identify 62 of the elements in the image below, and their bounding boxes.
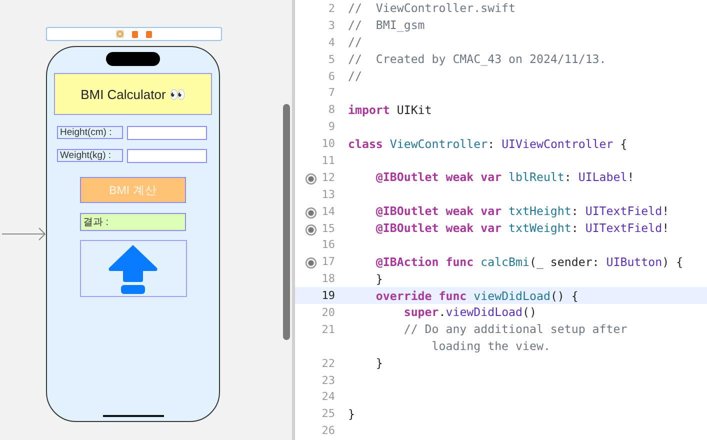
line-number: 26 — [322, 424, 335, 438]
code-line: // Do any additional setup after — [402, 322, 628, 336]
line-number: 20 — [322, 306, 335, 319]
code-line: } — [374, 272, 383, 286]
line-number: 9 — [328, 120, 335, 134]
line-number: 12 — [322, 170, 335, 184]
exit-icon[interactable] — [146, 30, 152, 38]
code-line: @IBOutlet weak var lblReult: UILabel! — [374, 170, 634, 184]
title-label: BMI Calculator 👀 — [54, 73, 212, 115]
line-number: 7 — [328, 86, 335, 100]
code-line: // — [347, 35, 362, 50]
weight-label: Weight(kg) : — [57, 149, 123, 162]
line-number: 18 — [322, 272, 335, 286]
code-line: @IBAction func calcBmi(_ sender: UIButton) { — [374, 254, 684, 269]
outlet-connection-icon[interactable] — [305, 224, 317, 236]
calculate-button[interactable]: BMI 계산 — [80, 177, 186, 203]
line-number: 21 — [322, 322, 335, 336]
result-label: 결과 : — [80, 213, 186, 231]
line-number: 5 — [328, 52, 335, 66]
code-line: @IBOutlet weak var txtWeight: UITextField! — [374, 221, 670, 236]
code-line: // ViewController.swift — [347, 1, 516, 16]
height-label: Height(cm) : — [57, 126, 123, 139]
outlet-connection-icon[interactable] — [305, 206, 317, 219]
line-number: 10 — [322, 137, 335, 150]
line-number: 4 — [328, 36, 335, 49]
code-line: override func viewDidLoad() { — [374, 288, 578, 303]
line-number: 25 — [322, 407, 335, 420]
code-editor[interactable] — [295, 0, 707, 440]
code-line: // Created by CMAC_43 on 2024/11/13. — [347, 52, 606, 66]
line-number: 22 — [322, 356, 335, 370]
entry-point-arrow — [2, 227, 46, 241]
code-line: class ViewController: UIViewController { — [347, 136, 628, 151]
line-number: 17 — [322, 255, 335, 268]
line-number: 19 — [322, 289, 335, 302]
first-responder-icon[interactable] — [132, 30, 138, 38]
line-number: 2 — [328, 2, 335, 15]
phone-notch — [106, 52, 160, 66]
line-number: 11 — [322, 154, 335, 167]
code-line: loading the view. — [430, 339, 550, 354]
line-number: 16 — [322, 238, 335, 252]
height-input-field[interactable] — [127, 126, 207, 140]
code-line: import UIKit — [347, 102, 432, 117]
scrollbar-thumb[interactable] — [282, 104, 290, 340]
code-line: // — [347, 69, 362, 83]
line-number: 24 — [322, 390, 335, 404]
outlet-connection-icon[interactable] — [305, 172, 317, 185]
line-number: 6 — [328, 70, 335, 82]
line-number: 3 — [328, 18, 335, 32]
home-indicator — [102, 415, 164, 417]
line-number: 15 — [322, 222, 335, 235]
code-line: super.viewDidLoad() — [402, 305, 536, 320]
line-number: 23 — [322, 374, 335, 387]
line-number: 14 — [322, 204, 335, 218]
weight-input-field[interactable] — [127, 149, 207, 163]
code-line: @IBOutlet weak var txtHeight: UITextField! — [374, 204, 670, 218]
code-line: } — [374, 356, 383, 370]
outlet-connection-icon[interactable] — [305, 257, 317, 270]
code-line: // BMI_gsm — [347, 18, 425, 32]
line-number: 8 — [328, 103, 335, 116]
line-number: 13 — [322, 188, 335, 201]
arrow-up-icon — [107, 244, 159, 294]
code-line: } — [347, 406, 355, 421]
